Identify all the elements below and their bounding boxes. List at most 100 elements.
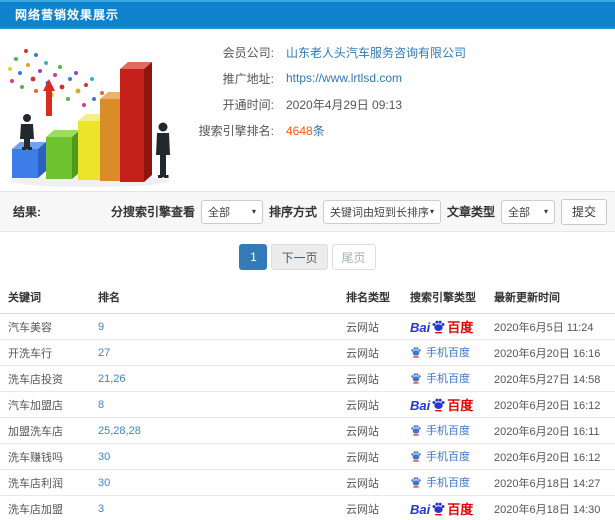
filter-bar: 结果: 分搜索引擎查看 全部 ▾ 排序方式 关键词由短到长排序 ▾ 文章类型 全… bbox=[0, 192, 615, 232]
rank-type-cell: 云网站 bbox=[338, 391, 402, 418]
opened-row: 开通时间: 2020年4月29日 09:13 bbox=[182, 91, 466, 117]
company-row: 会员公司: 山东老人头汽车服务咨询有限公司 bbox=[182, 39, 466, 65]
rank-count-value: 4648条 bbox=[286, 122, 325, 139]
mobile-baidu-badge: 手机百度 bbox=[410, 370, 470, 386]
opened-value: 2020年4月29日 09:13 bbox=[286, 97, 403, 112]
col-rank-type: 排名类型 bbox=[338, 281, 402, 314]
rank-cell[interactable]: 27 bbox=[90, 339, 338, 366]
table-header-row: 关键词 排名 排名类型 搜索引擎类型 最新更新时间 bbox=[0, 281, 615, 314]
sort-filter-value: 关键词由短到长排序 bbox=[329, 206, 429, 219]
keyword-cell: 洗车赚钱吗 bbox=[0, 443, 90, 470]
chevron-down-icon: ▾ bbox=[543, 207, 548, 216]
baidu-logo: Bai 百度 bbox=[410, 501, 474, 517]
baidu-logo: Bai 百度 bbox=[410, 397, 474, 413]
info-section: 会员公司: 山东老人头汽车服务咨询有限公司 推广地址: https://www.… bbox=[0, 29, 615, 192]
table-row: 洗车店加盟 3 云网站 Bai 百度 2020年6月18日 14:30 bbox=[0, 495, 615, 520]
rank-type-cell: 云网站 bbox=[338, 443, 402, 470]
rank-type-cell: 云网站 bbox=[338, 417, 402, 444]
rank-cell[interactable]: 25,28,28 bbox=[90, 417, 338, 444]
next-page-button[interactable]: 下一页 bbox=[271, 244, 328, 270]
keyword-cell: 汽车加盟店 bbox=[0, 391, 90, 418]
mobile-baidu-badge: 手机百度 bbox=[410, 474, 470, 490]
baidu-paw-icon bbox=[431, 501, 446, 516]
company-label: 会员公司: bbox=[222, 45, 274, 60]
rank-count-number: 4648 bbox=[286, 123, 313, 138]
rank-cell[interactable]: 30 bbox=[90, 469, 338, 496]
result-label: 结果: bbox=[13, 205, 41, 219]
rank-type-cell: 云网站 bbox=[338, 365, 402, 392]
confetti-dots bbox=[8, 49, 104, 107]
promotion-url-link[interactable]: https://www.lrtlsd.com bbox=[286, 71, 402, 85]
header-bar: 网络营销效果展示 bbox=[0, 0, 615, 29]
engine-filter-value: 全部 bbox=[207, 206, 230, 219]
baidu-paw-icon bbox=[431, 397, 446, 412]
bar-chart-clipart bbox=[8, 49, 170, 187]
keyword-cell: 加盟洗车店 bbox=[0, 417, 90, 444]
growth-chart-illustration bbox=[0, 29, 182, 189]
results-table: 关键词 排名 排名类型 搜索引擎类型 最新更新时间 汽车美容 9 云网站 Bai 百… bbox=[0, 281, 615, 520]
rank-cell[interactable]: 21,26 bbox=[90, 365, 338, 392]
engine-type-cell: Bai 百度 bbox=[402, 313, 486, 340]
rank-type-cell: 云网站 bbox=[338, 495, 402, 520]
table-row: 洗车赚钱吗 30 云网站 手机百度 2020年6月20日 16:12 bbox=[0, 443, 615, 470]
updated-cell: 2020年5月27日 14:58 bbox=[486, 365, 615, 392]
engine-type-cell: Bai 百度 bbox=[402, 391, 486, 418]
updated-cell: 2020年6月20日 16:12 bbox=[486, 443, 615, 470]
engine-type-cell: Bai 百度 bbox=[402, 495, 486, 520]
table-row: 开洗车行 27 云网站 手机百度 2020年6月20日 16:16 bbox=[0, 339, 615, 366]
page-title: 网络营销效果展示 bbox=[15, 8, 120, 22]
company-link[interactable]: 山东老人头汽车服务咨询有限公司 bbox=[286, 44, 466, 61]
col-rank: 排名 bbox=[90, 281, 338, 314]
updated-cell: 2020年6月20日 16:16 bbox=[486, 339, 615, 366]
table-row: 洗车店投资 21,26 云网站 手机百度 2020年5月27日 14:58 bbox=[0, 365, 615, 392]
mobile-baidu-paw-icon bbox=[410, 450, 422, 462]
opened-label: 开通时间: bbox=[222, 97, 274, 112]
sort-filter-label: 排序方式 bbox=[268, 205, 317, 219]
engine-filter-select[interactable]: 全部 ▾ bbox=[200, 199, 263, 224]
rank-cell[interactable]: 30 bbox=[90, 443, 338, 470]
engine-type-cell: 手机百度 bbox=[402, 443, 486, 470]
baidu-paw-icon bbox=[431, 319, 446, 334]
mobile-baidu-paw-icon bbox=[410, 346, 422, 358]
up-arrow-icon bbox=[43, 79, 55, 116]
engine-type-cell: 手机百度 bbox=[402, 417, 486, 444]
last-page-button[interactable]: 尾页 bbox=[331, 244, 376, 270]
keyword-cell: 汽车美容 bbox=[0, 313, 90, 340]
rank-type-cell: 云网站 bbox=[338, 313, 402, 340]
updated-cell: 2020年6月18日 14:30 bbox=[486, 495, 615, 520]
col-engine-type: 搜索引擎类型 bbox=[402, 281, 486, 314]
engine-filter-label: 分搜索引擎查看 bbox=[110, 205, 195, 219]
chevron-down-icon: ▾ bbox=[429, 207, 434, 216]
rank-type-cell: 云网站 bbox=[338, 339, 402, 366]
rank-cell[interactable]: 3 bbox=[90, 495, 338, 520]
mobile-baidu-badge: 手机百度 bbox=[410, 344, 470, 360]
url-label: 推广地址: bbox=[222, 71, 274, 86]
sort-filter-select[interactable]: 关键词由短到长排序 ▾ bbox=[322, 199, 441, 224]
mobile-baidu-paw-icon bbox=[410, 372, 422, 384]
engine-type-cell: 手机百度 bbox=[402, 365, 486, 392]
engine-type-cell: 手机百度 bbox=[402, 469, 486, 496]
table-row: 汽车美容 9 云网站 Bai 百度 2020年6月5日 11:24 bbox=[0, 313, 615, 340]
table-row: 汽车加盟店 8 云网站 Bai 百度 2020年6月20日 16:12 bbox=[0, 391, 615, 418]
rank-type-cell: 云网站 bbox=[338, 469, 402, 496]
rank-count-row: 搜索引擎排名: 4648条 bbox=[182, 117, 466, 143]
article-type-select[interactable]: 全部 ▾ bbox=[500, 199, 555, 224]
article-type-label: 文章类型 bbox=[446, 205, 495, 219]
updated-cell: 2020年6月20日 16:12 bbox=[486, 391, 615, 418]
mobile-baidu-paw-icon bbox=[410, 476, 422, 488]
rank-count-unit[interactable]: 条 bbox=[313, 124, 325, 138]
col-updated: 最新更新时间 bbox=[486, 281, 615, 314]
submit-button[interactable]: 提交 bbox=[560, 198, 607, 225]
rank-cell[interactable]: 9 bbox=[90, 313, 338, 340]
rank-cell[interactable]: 8 bbox=[90, 391, 338, 418]
table-row: 洗车店利润 30 云网站 手机百度 2020年6月18日 14:27 bbox=[0, 469, 615, 496]
page-1-button[interactable]: 1 bbox=[239, 244, 268, 270]
chevron-down-icon: ▾ bbox=[251, 207, 256, 216]
keyword-cell: 洗车店利润 bbox=[0, 469, 90, 496]
filter-controls: 分搜索引擎查看 全部 ▾ 排序方式 关键词由短到长排序 ▾ 文章类型 全部 ▾ … bbox=[110, 198, 607, 225]
keyword-cell: 洗车店投资 bbox=[0, 365, 90, 392]
table-row: 加盟洗车店 25,28,28 云网站 手机百度 2020年6月20日 16:11 bbox=[0, 417, 615, 444]
keyword-cell: 开洗车行 bbox=[0, 339, 90, 366]
mobile-baidu-paw-icon bbox=[410, 424, 422, 436]
mobile-baidu-badge: 手机百度 bbox=[410, 422, 470, 438]
